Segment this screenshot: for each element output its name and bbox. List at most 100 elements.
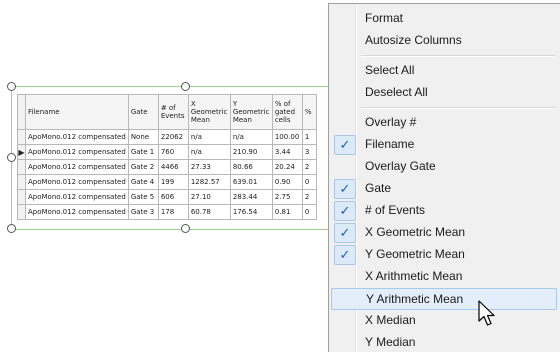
menu-item-y-geometric-mean[interactable]: ✓ Y Geometric Mean	[331, 243, 557, 265]
cell-filename[interactable]: ApoMono.012 compensated	[25, 204, 129, 220]
menu-item-label: Filename	[365, 137, 415, 151]
cell-y-geometric-mean[interactable]: 639.01	[229, 174, 273, 190]
cell-y-geometric-mean[interactable]: 210.90	[229, 144, 273, 160]
menu-item-select-all[interactable]: Select All	[331, 59, 557, 81]
table-row[interactable]: ▶ ApoMono.012 compensated Gate 1 760 n/a 210.…	[17, 144, 317, 160]
menu-item-gate[interactable]: ✓ Gate	[331, 177, 557, 199]
cell-gate[interactable]: Gate 1	[127, 144, 159, 160]
resize-handle-top-left[interactable]	[7, 82, 16, 91]
menu-item-filename[interactable]: ✓ Filename	[331, 133, 557, 155]
checkmark-icon: ✓	[334, 223, 356, 243]
cell-pct-gated[interactable]: 0.90	[271, 174, 303, 190]
menu-item-label: Overlay #	[365, 115, 417, 129]
cell-truncated[interactable]: 1	[301, 129, 317, 145]
cell-filename[interactable]: ApoMono.012 compensated	[25, 159, 129, 175]
menu-item-label: Y Arithmetic Mean	[366, 292, 464, 306]
menu-item-label: X Geometric Mean	[365, 225, 466, 239]
menu-item-number-of-events[interactable]: ✓ # of Events	[331, 199, 557, 221]
context-menu: Format Autosize Columns Select All Desel…	[328, 3, 560, 352]
cell-filename[interactable]: ApoMono.012 compensated	[25, 189, 129, 205]
table-row[interactable]: ApoMono.012 compensated None 22062 n/a n/a 10…	[17, 129, 317, 145]
menu-item-label: X Arithmetic Mean	[365, 269, 463, 283]
column-header-filename[interactable]: Filename	[25, 94, 129, 130]
statistics-table[interactable]: Filename Gate # of Events X Geometric Me…	[17, 94, 333, 220]
menu-item-y-arithmetic-mean[interactable]: Y Arithmetic Mean	[331, 288, 557, 310]
cell-truncated[interactable]: 3	[301, 144, 317, 160]
menu-item-label: Y Median	[365, 335, 416, 349]
cell-events[interactable]: 199	[157, 174, 189, 190]
cell-pct-gated[interactable]: 20.24	[271, 159, 303, 175]
cell-x-geometric-mean[interactable]: n/a	[187, 144, 231, 160]
cell-y-geometric-mean[interactable]: 80.66	[229, 159, 273, 175]
cell-gate[interactable]: Gate 5	[127, 189, 159, 205]
resize-handle-bottom-middle[interactable]	[181, 224, 190, 233]
cell-gate[interactable]: None	[127, 129, 159, 145]
cell-y-geometric-mean[interactable]: 176.54	[229, 204, 273, 220]
cell-events[interactable]: 4466	[157, 159, 189, 175]
table-body: ApoMono.012 compensated None 22062 n/a n/a 10…	[17, 129, 317, 220]
cell-events[interactable]: 178	[157, 204, 189, 220]
menu-item-overlay-number[interactable]: Overlay #	[331, 111, 557, 133]
menu-item-y-median[interactable]: Y Median	[331, 331, 557, 352]
menu-item-x-arithmetic-mean[interactable]: X Arithmetic Mean	[331, 265, 557, 287]
menu-separator	[361, 55, 555, 57]
statistics-grid: Filename Gate # of Events X Geometric Me…	[17, 94, 317, 220]
cell-pct-gated[interactable]: 100.00	[271, 129, 303, 145]
cell-x-geometric-mean[interactable]: 27.33	[187, 159, 231, 175]
cell-gate[interactable]: Gate 2	[127, 159, 159, 175]
column-header-y-geometric-mean[interactable]: Y Geometric Mean	[229, 94, 273, 130]
resize-handle-top-middle[interactable]	[181, 82, 190, 91]
menu-item-overlay-gate[interactable]: Overlay Gate	[331, 155, 557, 177]
cell-y-geometric-mean[interactable]: n/a	[229, 129, 273, 145]
cell-events[interactable]: 22062	[157, 129, 189, 145]
row-selector[interactable]	[17, 189, 26, 205]
menu-item-x-median[interactable]: X Median	[331, 309, 557, 331]
cell-pct-gated[interactable]: 2.75	[271, 189, 303, 205]
menu-item-label: Select All	[365, 63, 415, 77]
cell-truncated[interactable]: 0	[301, 174, 317, 190]
cell-filename[interactable]: ApoMono.012 compensated	[25, 129, 129, 145]
row-selector[interactable]	[17, 204, 26, 220]
cell-x-geometric-mean[interactable]: 27.10	[187, 189, 231, 205]
cell-filename[interactable]: ApoMono.012 compensated	[25, 144, 129, 160]
cell-pct-gated[interactable]: 3.44	[271, 144, 303, 160]
cell-pct-gated[interactable]: 0.81	[271, 204, 303, 220]
cell-filename[interactable]: ApoMono.012 compensated	[25, 174, 129, 190]
cell-truncated[interactable]: 2	[301, 159, 317, 175]
menu-item-deselect-all[interactable]: Deselect All	[331, 81, 557, 103]
resize-handle-middle-left[interactable]	[7, 153, 16, 162]
header-row: Filename Gate # of Events X Geometric Me…	[17, 94, 317, 130]
cell-x-geometric-mean[interactable]: 1282.57	[187, 174, 231, 190]
menu-item-label: Overlay Gate	[365, 159, 436, 173]
row-selector[interactable]	[17, 159, 26, 175]
table-row[interactable]: ApoMono.012 compensated Gate 4 199 1282.57 6…	[17, 174, 317, 190]
menu-item-label: Gate	[365, 181, 392, 195]
column-header-events[interactable]: # of Events	[157, 94, 189, 130]
menu-item-x-geometric-mean[interactable]: ✓ X Geometric Mean	[331, 221, 557, 243]
cell-y-geometric-mean[interactable]: 283.44	[229, 189, 273, 205]
menu-item-label: Format	[365, 11, 404, 25]
checkmark-icon: ✓	[334, 201, 356, 221]
table-row[interactable]: ApoMono.012 compensated Gate 3 178 60.78 176…	[17, 204, 317, 220]
column-header-truncated[interactable]: %	[301, 94, 317, 130]
menu-item-autosize-columns[interactable]: Autosize Columns	[331, 29, 557, 51]
row-selector[interactable]	[17, 129, 26, 145]
resize-handle-bottom-left[interactable]	[7, 224, 16, 233]
cell-gate[interactable]: Gate 3	[127, 204, 159, 220]
cell-x-geometric-mean[interactable]: 60.78	[187, 204, 231, 220]
row-selector[interactable]	[17, 174, 26, 190]
row-selector[interactable]: ▶	[17, 144, 26, 160]
cell-events[interactable]: 760	[157, 144, 189, 160]
cell-truncated[interactable]: 0	[301, 204, 317, 220]
column-header-x-geometric-mean[interactable]: X Geometric Mean	[187, 94, 231, 130]
table-row[interactable]: ApoMono.012 compensated Gate 2 4466 27.33 80…	[17, 159, 317, 175]
column-header-pct-gated-cells[interactable]: % of gated cells	[271, 94, 303, 130]
cell-gate[interactable]: Gate 4	[127, 174, 159, 190]
menu-item-format[interactable]: Format	[331, 7, 557, 29]
cell-x-geometric-mean[interactable]: n/a	[187, 129, 231, 145]
column-header-gate[interactable]: Gate	[127, 94, 159, 130]
table-row[interactable]: ApoMono.012 compensated Gate 5 606 27.10 283…	[17, 189, 317, 205]
menu-item-label: X Median	[365, 313, 416, 327]
cell-truncated[interactable]: 2	[301, 189, 317, 205]
cell-events[interactable]: 606	[157, 189, 189, 205]
